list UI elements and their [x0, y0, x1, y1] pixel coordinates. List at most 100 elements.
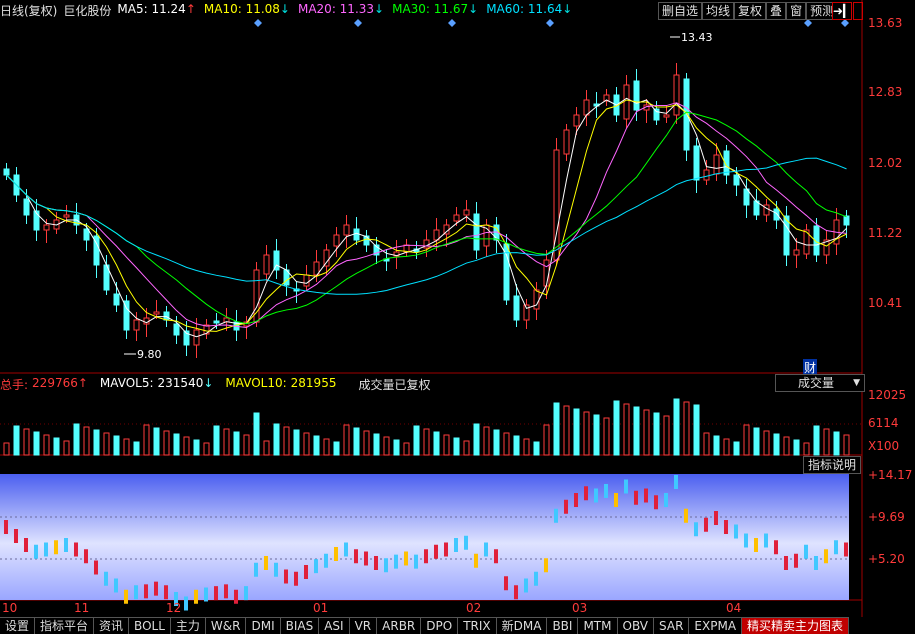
kline-chart-canvas[interactable]: 13.43 9.80: [0, 0, 915, 634]
indicator-bar: [644, 488, 648, 503]
candle-body: [693, 145, 700, 181]
high-price-label: 13.43: [681, 31, 713, 44]
indicator-select-label: 成交量: [798, 376, 835, 390]
volume-bar: [283, 426, 290, 456]
volume-bar: [293, 429, 300, 456]
indicator-tab[interactable]: BOLL: [129, 617, 171, 634]
candle-body: [133, 319, 140, 331]
volume-bar: [713, 435, 720, 456]
indicator-tab[interactable]: 主力: [170, 617, 206, 634]
volume-bar: [663, 415, 670, 456]
indicator-tab[interactable]: EXPMA: [689, 617, 743, 634]
indicator-bar: [44, 542, 48, 557]
candle-body: [113, 293, 120, 306]
indicator-tab[interactable]: ASI: [319, 617, 350, 634]
indicator-bar: [704, 517, 708, 532]
candle-body: [163, 311, 170, 321]
indicator-select-volume[interactable]: 成交量 ▼: [775, 374, 865, 392]
volume-bar: [103, 432, 110, 456]
indicator-tab[interactable]: 精买精卖主力图表: [742, 617, 850, 634]
time-axis-month: 04: [726, 601, 742, 615]
candle-body: [703, 169, 710, 181]
ma-trend-arrow: ↓: [468, 2, 479, 16]
volume-bar: [743, 424, 750, 456]
indicator-bar: [354, 549, 358, 564]
volume-bar: [383, 436, 390, 456]
volume-bar: [633, 406, 640, 456]
indicator-bar: [544, 558, 548, 573]
indicator-tab[interactable]: BIAS: [280, 617, 320, 634]
volume-axis-tick: X100: [868, 439, 900, 453]
volume-bar: [23, 428, 30, 456]
indicator-tab[interactable]: 新DMA: [496, 617, 548, 634]
mavol5-arrow: ↓: [203, 376, 214, 390]
toolbar-button-2[interactable]: 复权: [734, 2, 767, 20]
indicator-bar: [694, 522, 698, 537]
indicator-bar: [674, 475, 678, 489]
volume-bar: [493, 429, 500, 456]
indicator-tab[interactable]: TRIX: [458, 617, 497, 634]
candle-body: [513, 295, 520, 321]
indicator-axis-tick: +5.20: [868, 552, 905, 566]
indicator-tab[interactable]: ARBR: [377, 617, 422, 634]
indicator-tab[interactable]: 设置: [0, 617, 36, 634]
indicator-bar: [234, 589, 238, 604]
volume-bar: [833, 431, 840, 456]
event-markers[interactable]: [254, 19, 849, 27]
indicator-bar: [464, 535, 468, 550]
indicator-bar: [534, 571, 538, 586]
volume-bar: [513, 435, 520, 456]
indicator-tab[interactable]: W&R: [205, 617, 247, 634]
indicator-tab[interactable]: OBV: [617, 617, 655, 634]
indicator-tab[interactable]: DPO: [421, 617, 459, 634]
toolbar-button-3[interactable]: 叠: [766, 2, 787, 20]
indicator-bar: [214, 586, 218, 601]
volume-bar: [523, 438, 530, 456]
volume-bar: [593, 414, 600, 456]
expand-arrow-button[interactable]: ➜▎: [832, 2, 852, 20]
time-axis-month: 01: [313, 601, 329, 615]
indicator-bar: [344, 542, 348, 557]
volume-bar: [823, 428, 830, 456]
volume-bar: [13, 425, 20, 456]
ma-legend: 日线(复权) 巨化股份 MA5: 11.24↑ MA10: 11.08↓ MA20:…: [0, 2, 572, 20]
indicator-bar: [554, 508, 558, 523]
toolbar-button-1[interactable]: 均线: [702, 2, 735, 20]
indicator-tab[interactable]: BBI: [547, 617, 579, 634]
candle-body: [673, 74, 680, 116]
volume-bars: [3, 398, 850, 456]
indicator-help-button[interactable]: 指标说明: [803, 456, 861, 474]
period-label[interactable]: 日线(复权): [0, 2, 57, 20]
volume-bar: [803, 442, 810, 456]
volume-bar: [193, 439, 200, 456]
panel-toggle-button[interactable]: [853, 2, 863, 20]
time-axis-month: 12: [166, 601, 182, 615]
toolbar-button-4[interactable]: 窗: [786, 2, 807, 20]
toolbar-button-0[interactable]: 删自选: [658, 2, 703, 20]
indicator-tab[interactable]: DMI: [246, 617, 281, 634]
volume-bar: [143, 424, 150, 456]
total-volume-value: 229766: [32, 376, 78, 390]
indicator-tab[interactable]: SAR: [654, 617, 690, 634]
indicator-bar: [294, 571, 298, 586]
price-axis-tick: 13.63: [868, 16, 903, 30]
indicator-bar: [434, 544, 438, 559]
indicator-bar: [144, 584, 148, 599]
volume-bar: [623, 403, 630, 456]
candle-body: [153, 311, 160, 315]
indicator-tab[interactable]: 资讯: [94, 617, 130, 634]
indicator-bar: [834, 540, 838, 555]
indicator-bar: [184, 596, 188, 611]
indicator-tab[interactable]: VR: [349, 617, 378, 634]
indicator-tab[interactable]: 指标平台: [35, 617, 95, 634]
indicator-bar: [114, 578, 118, 593]
volume-bar: [163, 430, 170, 456]
ma-value-1: MA10: 11.08↓: [204, 2, 290, 20]
volume-axis-tick: 12025: [868, 388, 907, 402]
indicator-tab[interactable]: MTM: [578, 617, 618, 634]
mavol5-value: 231540: [157, 376, 204, 390]
volume-bar: [453, 437, 460, 456]
candle-body: [733, 174, 740, 186]
indicator-axis-tick: +9.69: [868, 510, 905, 524]
time-axis-month: 02: [466, 601, 482, 615]
